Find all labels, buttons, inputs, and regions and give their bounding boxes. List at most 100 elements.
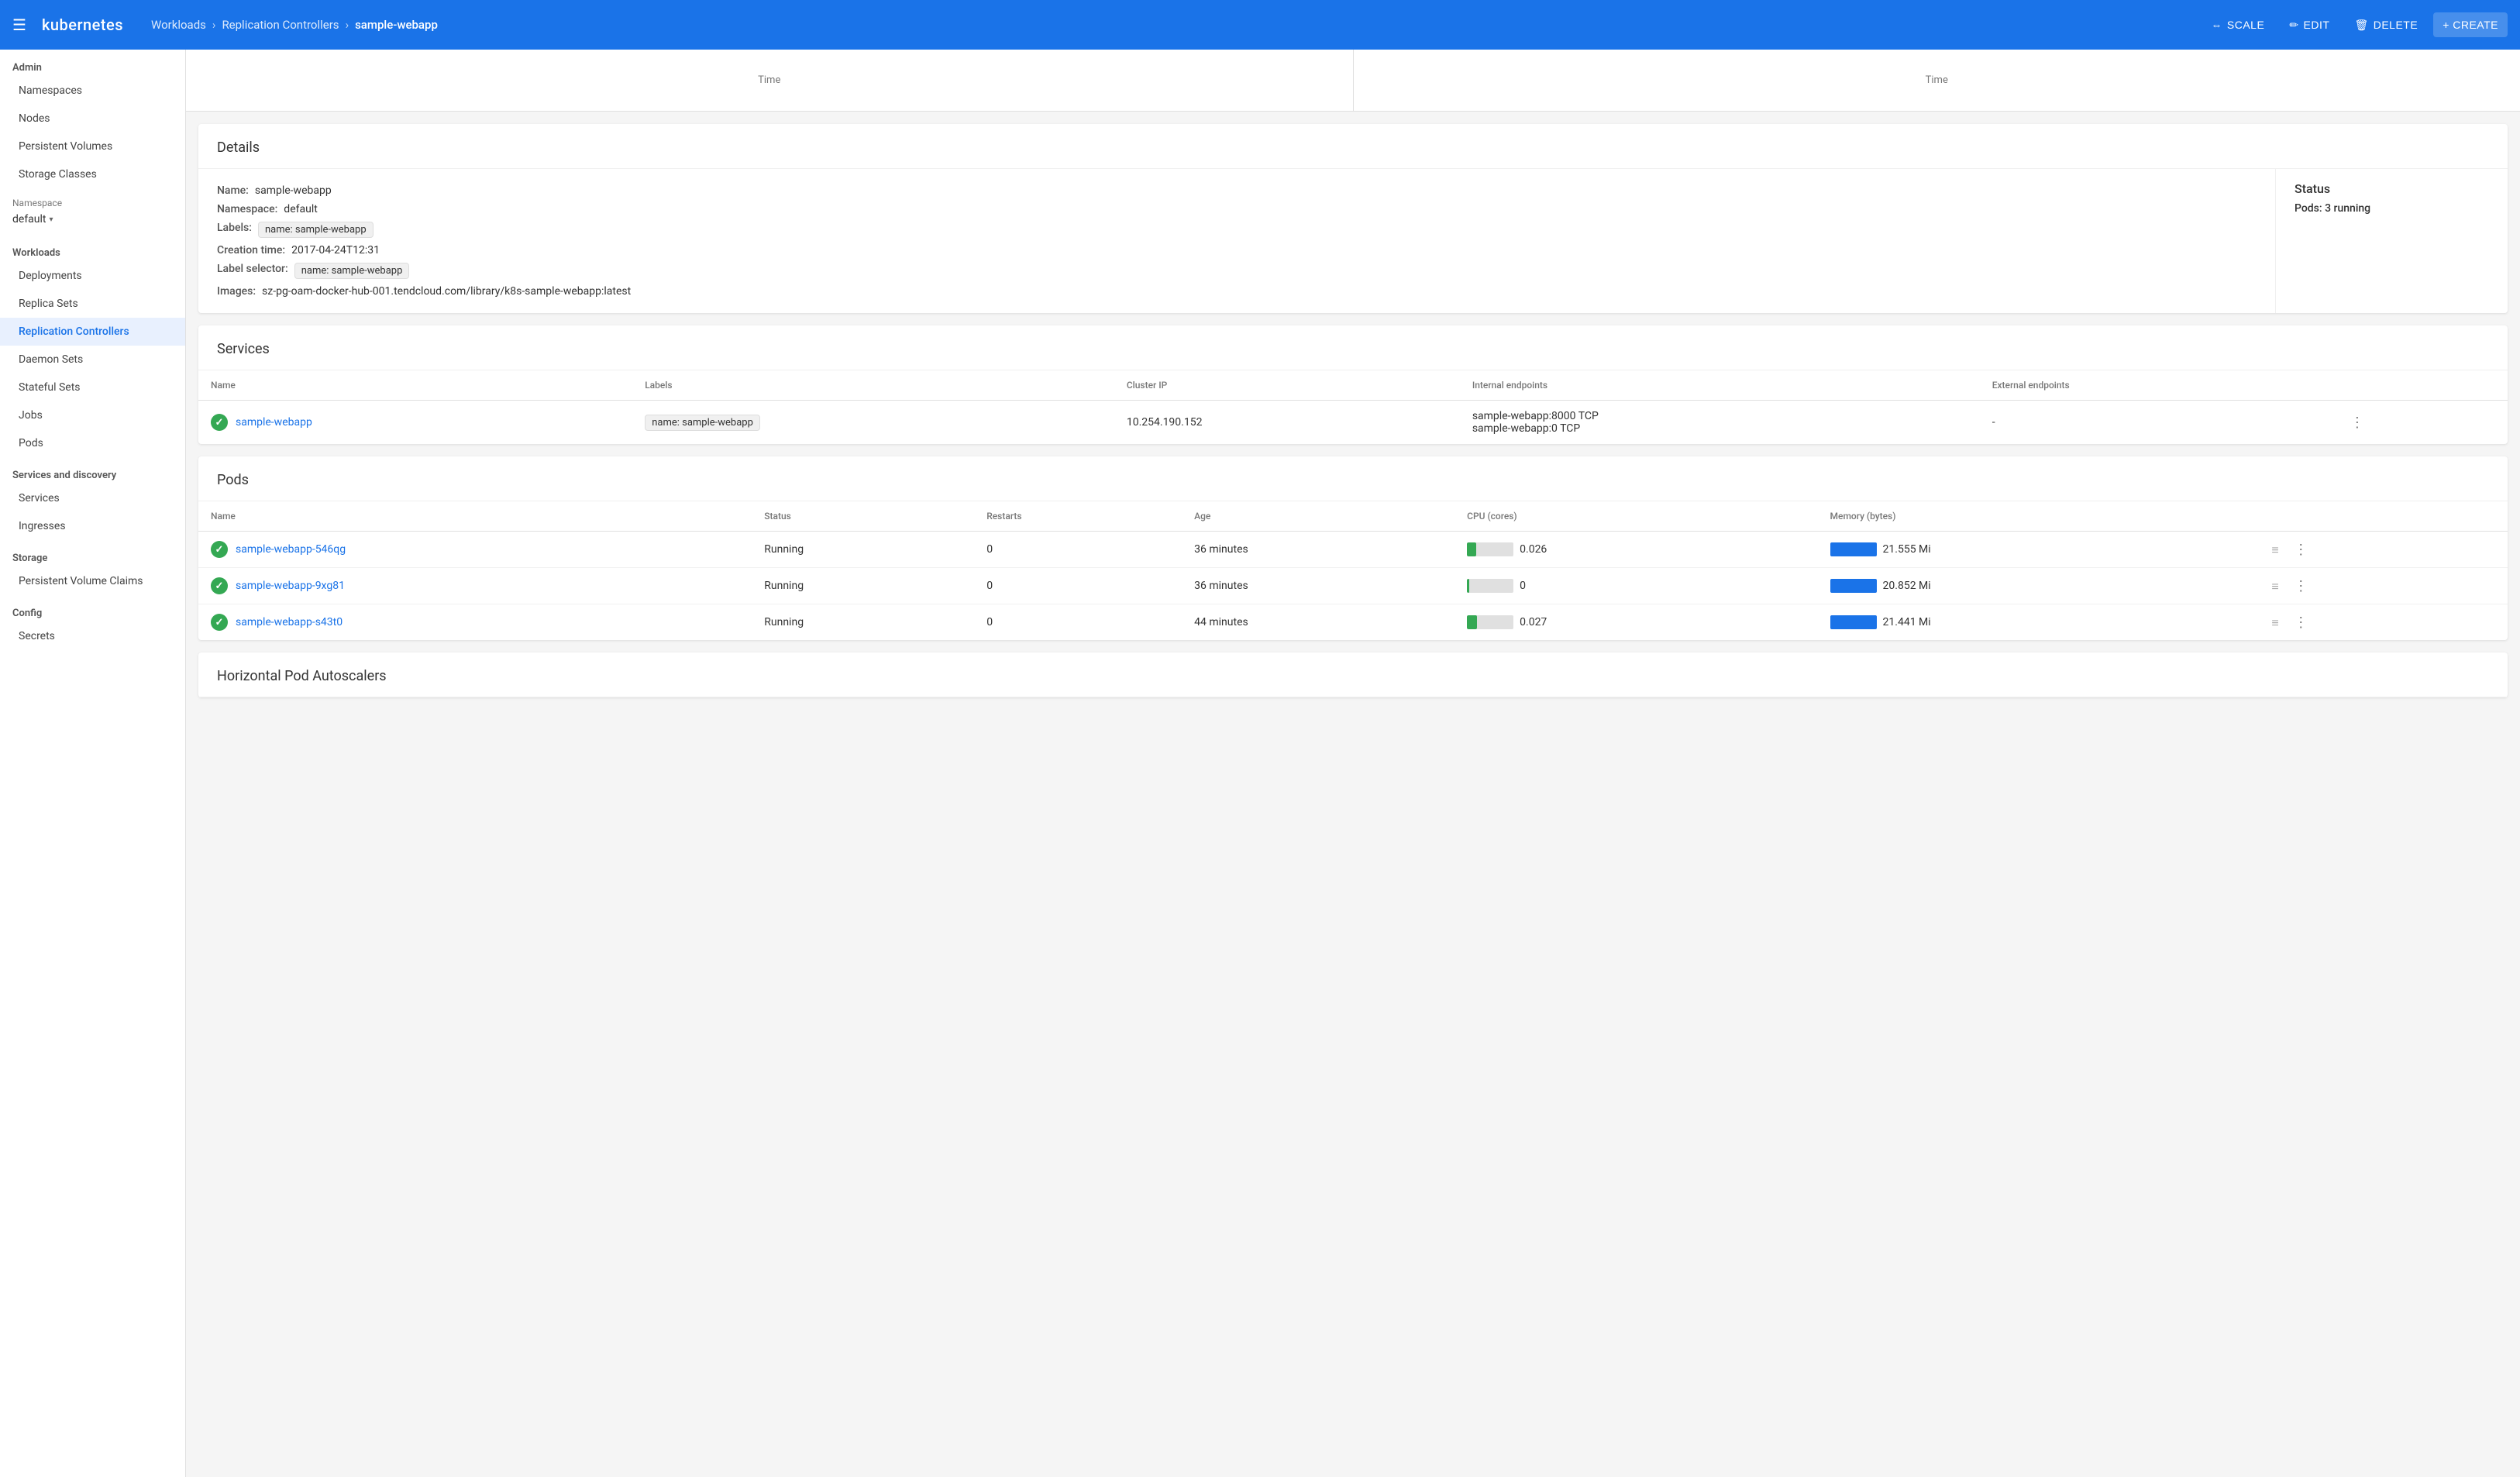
namespace-section: Namespace default ▾ <box>0 188 185 235</box>
mem-bar-1 <box>1830 579 1877 593</box>
pod-age-0: 36 minutes <box>1182 532 1455 568</box>
delete-icon: 🗑 <box>2354 19 2368 32</box>
pod-name-link-2[interactable]: sample-webapp-s43t0 <box>236 616 343 628</box>
namespace-det-value: default <box>284 203 318 215</box>
service-row-0: ✓ sample-webapp name: sample-webapp 10.2… <box>198 401 2508 445</box>
pod-row-0: ✓ sample-webapp-546qg Running 0 36 minut… <box>198 532 2508 568</box>
services-table-container: Name Labels Cluster IP Internal endpoint… <box>198 370 2508 444</box>
detail-namespace: Namespace: default <box>217 200 2257 219</box>
sidebar-item-deployments[interactable]: Deployments <box>0 262 185 290</box>
status-title: Status <box>2295 181 2489 196</box>
cpu-bar-container-1: 0 <box>1467 579 1805 593</box>
pods-value: 3 running <box>2325 202 2370 215</box>
sidebar-item-nodes[interactable]: Nodes <box>0 105 185 133</box>
sidebar-item-replication-controllers[interactable]: Replication Controllers <box>0 318 185 346</box>
pod-memory-2: 21.441 Mi <box>1818 604 2253 641</box>
mem-bar-container-2: 21.441 Mi <box>1830 615 2241 629</box>
pod-name-link-1[interactable]: sample-webapp-9xg81 <box>236 580 345 592</box>
scale-icon: ⇔ <box>2211 19 2222 31</box>
sidebar-item-stateful-sets[interactable]: Stateful Sets <box>0 374 185 401</box>
sidebar-item-replica-sets[interactable]: Replica Sets <box>0 290 185 318</box>
labels-chip: name: sample-webapp <box>258 222 374 238</box>
pod-name-link-0[interactable]: sample-webapp-546qg <box>236 543 346 556</box>
pod-restarts-0: 0 <box>974 532 1182 568</box>
pod-status-0: Running <box>752 532 974 568</box>
breadcrumb-sep1: › <box>212 18 216 32</box>
pod-col-memory: Memory (bytes) <box>1818 501 2253 532</box>
cpu-bar-fill-2 <box>1467 615 1477 629</box>
service-name-group: ✓ sample-webapp <box>211 414 620 431</box>
namespace-value: default <box>12 213 46 226</box>
service-name-link[interactable]: sample-webapp <box>236 416 312 429</box>
pod-actions-2: ≡ ⋮ <box>2253 604 2508 641</box>
detail-labels: Labels: name: sample-webapp <box>217 219 2257 241</box>
pod-logs-icon-0[interactable]: ≡ <box>2265 539 2284 560</box>
autoscalers-section: Horizontal Pod Autoscalers <box>198 652 2508 697</box>
pod-status-icon-2: ✓ <box>211 614 228 631</box>
breadcrumb-replication-controllers[interactable]: Replication Controllers <box>222 18 339 32</box>
pods-tbody: ✓ sample-webapp-546qg Running 0 36 minut… <box>198 532 2508 641</box>
cpu-bar-0 <box>1467 542 1513 556</box>
creation-label: Creation time: <box>217 244 285 256</box>
create-button[interactable]: + CREATE <box>2433 12 2508 37</box>
sidebar-item-storage-classes[interactable]: Storage Classes <box>0 160 185 188</box>
chart-right-label: Time <box>1926 74 1948 86</box>
mem-bar-container-0: 21.555 Mi <box>1830 542 2241 556</box>
cpu-bar-fill-0 <box>1467 542 1476 556</box>
breadcrumb-current: sample-webapp <box>355 18 438 32</box>
breadcrumb-workloads[interactable]: Workloads <box>151 18 206 32</box>
pods-label: Pods: <box>2295 202 2322 215</box>
pod-more-icon-1[interactable]: ⋮ <box>2288 575 2314 597</box>
images-value: sz-pg-oam-docker-hub-001.tendcloud.com/l… <box>262 285 631 298</box>
storage-header: Storage <box>0 540 185 567</box>
pod-memory-0: 21.555 Mi <box>1818 532 2253 568</box>
sidebar-item-persistent-volume-claims[interactable]: Persistent Volume Claims <box>0 567 185 595</box>
pod-restarts-2: 0 <box>974 604 1182 641</box>
scale-button[interactable]: ⇔ SCALE <box>2202 12 2274 37</box>
pod-more-icon-2[interactable]: ⋮ <box>2288 611 2314 634</box>
sidebar-item-namespaces[interactable]: Namespaces <box>0 77 185 105</box>
pod-age-2: 44 minutes <box>1182 604 1455 641</box>
sidebar-item-secrets[interactable]: Secrets <box>0 622 185 650</box>
chart-left: Time <box>186 50 1354 111</box>
selector-label: Label selector: <box>217 263 288 275</box>
service-more-icon[interactable]: ⋮ <box>2344 411 2370 434</box>
pod-col-status: Status <box>752 501 974 532</box>
pod-restarts-1: 0 <box>974 568 1182 604</box>
sidebar-item-jobs[interactable]: Jobs <box>0 401 185 429</box>
namespace-select[interactable]: default ▾ <box>12 213 173 226</box>
menu-icon[interactable]: ☰ <box>12 15 26 34</box>
pod-status-1: Running <box>752 568 974 604</box>
pod-more-icon-0[interactable]: ⋮ <box>2288 539 2314 561</box>
pods-table-container: Name Status Restarts Age CPU (cores) Mem… <box>198 501 2508 640</box>
mem-bar-0 <box>1830 542 1877 556</box>
sidebar-item-ingresses[interactable]: Ingresses <box>0 512 185 540</box>
pod-logs-icon-1[interactable]: ≡ <box>2265 576 2284 597</box>
pod-col-restarts: Restarts <box>974 501 1182 532</box>
mem-bar-2 <box>1830 615 1877 629</box>
detail-creation: Creation time: 2017-04-24T12:31 <box>217 241 2257 260</box>
breadcrumb: Workloads › Replication Controllers › sa… <box>151 18 438 32</box>
sidebar-item-daemon-sets[interactable]: Daemon Sets <box>0 346 185 374</box>
name-value: sample-webapp <box>255 184 332 197</box>
pod-logs-icon-2[interactable]: ≡ <box>2265 612 2284 633</box>
detail-images: Images: sz-pg-oam-docker-hub-001.tendclo… <box>217 282 2257 301</box>
detail-selector: Label selector: name: sample-webapp <box>217 260 2257 282</box>
pod-col-cpu: CPU (cores) <box>1455 501 1817 532</box>
sidebar: Admin Namespaces Nodes Persistent Volume… <box>0 50 186 1477</box>
topnav-actions: ⇔ SCALE ✏ EDIT 🗑 DELETE + CREATE <box>2202 12 2508 38</box>
services-table: Name Labels Cluster IP Internal endpoint… <box>198 370 2508 444</box>
delete-button[interactable]: 🗑 DELETE <box>2345 12 2427 38</box>
col-external-ep: External endpoints <box>1980 370 2332 401</box>
sidebar-item-persistent-volumes[interactable]: Persistent Volumes <box>0 133 185 160</box>
sidebar-item-pods[interactable]: Pods <box>0 429 185 457</box>
service-name-cell: ✓ sample-webapp <box>198 401 632 445</box>
sidebar-item-services[interactable]: Services <box>0 484 185 512</box>
namespace-det-label: Namespace: <box>217 203 277 215</box>
workloads-header: Workloads <box>0 235 185 262</box>
pod-row-2: ✓ sample-webapp-s43t0 Running 0 44 minut… <box>198 604 2508 641</box>
service-external-ep: - <box>1980 401 2332 445</box>
service-internal-ep: sample-webapp:8000 TCP sample-webapp:0 T… <box>1460 401 1980 445</box>
cpu-bar-container-2: 0.027 <box>1467 615 1805 629</box>
edit-button[interactable]: ✏ EDIT <box>2280 12 2339 38</box>
